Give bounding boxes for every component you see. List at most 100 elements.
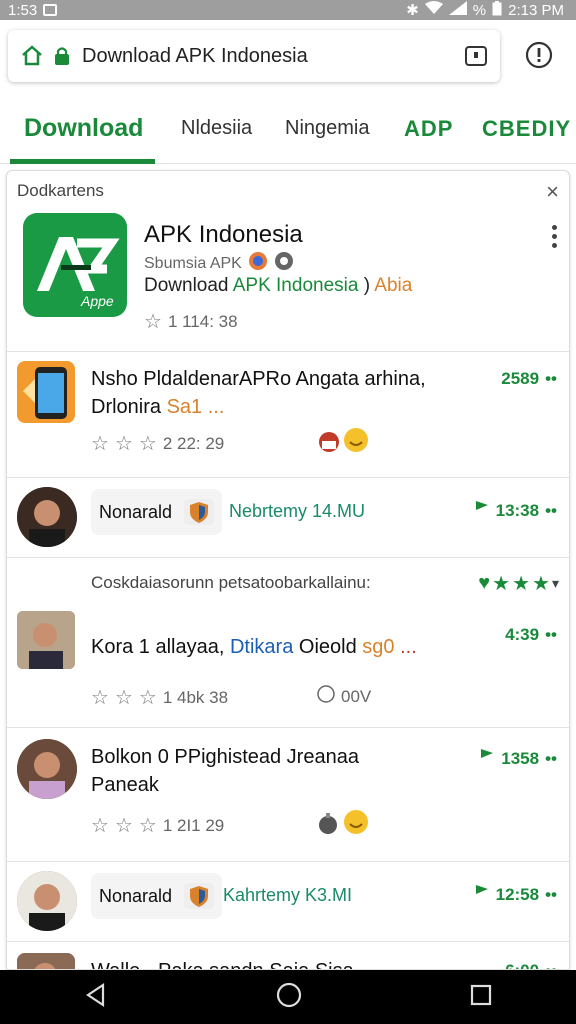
- section-row: Coskdaiasorunn petsatoobarkallainu: ♥ ★ …: [7, 557, 569, 607]
- list-item[interactable]: Nsho PldaldenarAPRo Angata arhina, Drlon…: [7, 351, 569, 477]
- user-name: Nonarald: [99, 501, 173, 522]
- item-meta-value: 1 2I1 29: [162, 815, 225, 835]
- item-subtitle: Paneak: [91, 774, 159, 796]
- dots-icon: ••: [545, 884, 557, 904]
- list-item[interactable]: Nonarald Nebrtemy 14.MU 13:38 ••: [7, 477, 569, 557]
- item-meta-value: 1 4bk 38: [162, 687, 229, 707]
- status-bar: 1:53 ✱ % 2:13 PM: [0, 0, 576, 20]
- flag-icon: [474, 883, 490, 906]
- back-icon[interactable]: [83, 982, 109, 1013]
- smiley-icon: [343, 809, 369, 840]
- app-logo-icon: Appe: [23, 213, 127, 317]
- shield-icon: [184, 499, 215, 525]
- app-desc-link[interactable]: APK Indonesia: [233, 275, 359, 296]
- item-meta: ☆ ☆ ☆ 2 22: 29: [91, 431, 224, 456]
- developer-badge-icon: [248, 251, 268, 276]
- url-text[interactable]: Download APK Indonesia: [82, 45, 464, 68]
- item-time-value: 6:00: [505, 961, 539, 969]
- avatar: [17, 739, 77, 799]
- app-title: APK Indonesia: [144, 221, 303, 248]
- app-rating: ☆ 1 114: 38: [144, 309, 238, 334]
- flag-icon: [479, 747, 495, 770]
- battery-icon: [492, 0, 502, 20]
- flag-icon: [474, 499, 490, 522]
- app-desc-tag: Abia: [374, 275, 413, 296]
- item-time-value: 13:38: [495, 500, 540, 520]
- robot-icon: [317, 429, 341, 458]
- item-text: Nsho PldaldenarAPRo Angata arhina, Drlon…: [91, 365, 426, 421]
- rating-stars: ♥ ★ ★ ★ ▾: [478, 571, 559, 596]
- tab-switcher-icon[interactable]: [464, 44, 488, 68]
- item-subtitle-tag: Sa1 ...: [166, 396, 225, 418]
- item-text: Kora 1 allayaa, Dtikara Oieold sg0 ...: [91, 633, 417, 661]
- list-item[interactable]: Walle - Paka sandn Saia Sisa 6:00 ••: [7, 941, 569, 969]
- status-time-left: 1:53: [8, 1, 38, 19]
- item-title-more: ...: [394, 636, 417, 658]
- dots-icon: ••: [545, 625, 557, 644]
- list-item[interactable]: Kora 1 allayaa, Dtikara Oieold sg0 ... 4…: [7, 607, 569, 727]
- item-time-value: 4:39: [505, 625, 540, 644]
- app-desc-sep: ): [358, 275, 375, 296]
- item-title: Kora 1 allayaa,: [91, 636, 230, 658]
- signal-icon: [448, 1, 467, 19]
- item-meta-extra: 00V: [317, 685, 371, 708]
- status-right: ✱ % 2:13 PM: [406, 0, 564, 20]
- star-icon: ☆: [138, 687, 157, 709]
- star-icon: ☆: [114, 433, 133, 455]
- heart-icon: ♥: [478, 572, 491, 594]
- star-icon: ☆: [91, 815, 109, 837]
- lock-icon: [54, 46, 70, 66]
- item-title-tag: sg0: [362, 636, 395, 658]
- close-icon[interactable]: ×: [546, 179, 559, 205]
- address-bar[interactable]: Download APK Indonesia: [8, 30, 500, 82]
- shield-icon: [184, 883, 215, 909]
- app-description: Download APK Indonesia ) Abia: [144, 275, 412, 297]
- item-time-value: 12:58: [495, 884, 540, 904]
- app-card[interactable]: Appe APK Indonesia Sbumsia APK Download …: [7, 207, 569, 351]
- recents-icon[interactable]: [469, 983, 493, 1012]
- item-title-link[interactable]: Dtikara: [230, 636, 293, 658]
- category-tabs: Download Nldesiia Ningemia ADP CBEDIY: [0, 94, 576, 164]
- system-nav-bar: [0, 970, 576, 1024]
- avatar: [17, 611, 75, 669]
- tab-download[interactable]: Download: [9, 94, 156, 164]
- dots-icon: ••: [545, 961, 557, 969]
- chevron-down-icon[interactable]: ▾: [552, 575, 559, 592]
- tab-adp[interactable]: ADP: [404, 94, 453, 164]
- item-time-value: 2589: [501, 369, 540, 388]
- item-time: 6:00 ••: [505, 961, 557, 969]
- avatar: [17, 487, 77, 547]
- notification-icon: [43, 4, 58, 16]
- item-subtitle: Drlonira Sa1 ...: [91, 393, 426, 421]
- status-clock: 2:13 PM: [508, 1, 564, 19]
- info-icon[interactable]: [524, 40, 554, 70]
- star-icon: ★: [512, 573, 531, 595]
- user-chip[interactable]: Nonarald: [91, 489, 223, 535]
- list-item[interactable]: Nonarald Kahrtemy K3.MI 12:58 ••: [7, 861, 569, 941]
- tab-nldesiia[interactable]: Nldesiia: [181, 94, 252, 164]
- panel-header: Dodkartens: [17, 181, 104, 200]
- item-time: 2589 ••: [501, 369, 557, 389]
- star-icon: ☆: [114, 687, 133, 709]
- home-icon[interactable]: [20, 44, 44, 68]
- wifi-icon: [424, 1, 443, 19]
- app-subtitle-text: Sbumsia APK: [144, 254, 242, 272]
- item-text: Bolkon 0 PPighistead Jreanaa Paneak: [91, 743, 359, 799]
- item-title-cont: Oieold: [293, 636, 363, 658]
- list-item[interactable]: Bolkon 0 PPighistead Jreanaa Paneak 1358…: [7, 727, 569, 861]
- app-subtitle: Sbumsia APK: [144, 251, 294, 276]
- battery-percent: %: [472, 1, 487, 19]
- tab-cbediy[interactable]: CBEDIY: [482, 94, 571, 164]
- more-options-icon[interactable]: [551, 225, 557, 248]
- star-icon: ★: [532, 573, 550, 595]
- tab-ningemia[interactable]: Ningemia: [285, 94, 369, 164]
- item-title: Walle - Paka sandn Saia Sisa: [91, 957, 354, 969]
- dots-icon: ••: [545, 748, 557, 768]
- item-meta-value: 2 22: 29: [162, 433, 225, 453]
- item-subtitle-text: Drlonira: [91, 396, 167, 418]
- user-chip[interactable]: Nonarald: [91, 873, 223, 919]
- item-link[interactable]: Nebrtemy 14.MU: [229, 501, 365, 522]
- item-meta: ☆ ☆ ☆ 1 4bk 38: [91, 685, 228, 710]
- item-link[interactable]: Kahrtemy K3.MI: [223, 885, 352, 906]
- home-circle-icon[interactable]: [275, 981, 303, 1014]
